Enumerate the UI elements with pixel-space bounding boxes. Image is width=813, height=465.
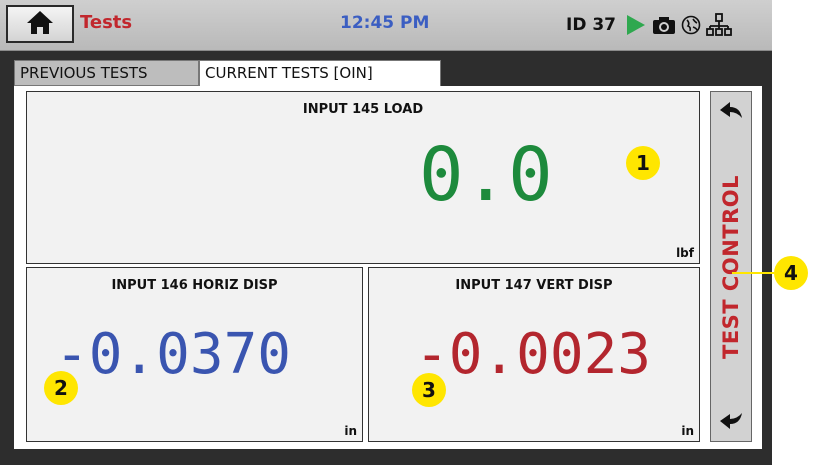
test-control-bar[interactable]: TEST CONTROL [710,91,752,442]
callout-badge-3: 3 [412,373,446,407]
device-id: ID 37 [566,15,617,35]
vert-disp-value: -0.0023 [415,322,652,387]
vert-disp-card[interactable]: INPUT 147 VERT DISP -0.0023 in [368,267,700,442]
horiz-disp-card[interactable]: INPUT 146 HORIZ DISP -0.0370 in [26,267,363,442]
tab-current-tests[interactable]: CURRENT TESTS [OIN] [199,60,441,86]
top-bar: Tests 12:45 PM ID 37 [0,0,772,51]
horiz-disp-value: -0.0370 [55,322,292,387]
play-icon[interactable] [625,13,647,37]
camera-icon[interactable] [652,15,676,35]
home-icon [25,9,55,39]
callout-badge-1: 1 [626,146,660,180]
horiz-disp-label: INPUT 146 HORIZ DISP [111,278,278,293]
callout-badge-2: 2 [44,371,78,405]
load-value: 0.0 [419,132,553,218]
test-control-label: TEST CONTROL [719,174,743,359]
status-area: ID 37 [566,8,732,42]
clock: 12:45 PM [340,13,430,33]
network-icon[interactable] [706,13,732,37]
arrow-back-up-icon[interactable] [711,96,751,126]
vert-disp-unit: in [681,424,694,438]
load-label: INPUT 145 LOAD [302,102,424,117]
callout-badge-4: 4 [774,256,808,290]
callout-line-4 [732,272,774,274]
load-card[interactable]: INPUT 145 LOAD 0.0 lbf [26,91,700,264]
tests-panel: INPUT 145 LOAD 0.0 lbf INPUT 146 HORIZ D… [14,86,762,449]
horiz-disp-unit: in [344,424,357,438]
arrow-back-down-icon[interactable] [711,405,751,435]
tab-previous-tests[interactable]: PREVIOUS TESTS [14,60,199,86]
globe-icon[interactable] [681,15,701,35]
load-unit: lbf [676,246,694,260]
page-title: Tests [80,12,133,33]
vert-disp-label: INPUT 147 VERT DISP [455,278,613,293]
app-frame: Tests 12:45 PM ID 37 PREVIOUS TESTS CURR… [0,0,772,465]
home-button[interactable] [6,5,74,43]
